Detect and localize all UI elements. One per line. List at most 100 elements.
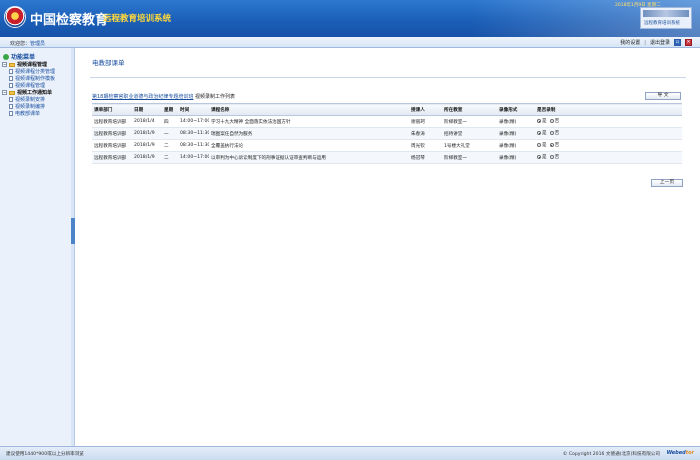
radio-label: 否 [554, 155, 560, 160]
radio-label: 否 [554, 131, 560, 136]
cell-time: 14:00~17:00 [180, 119, 209, 124]
system-badge: 远程教育培训系统 [640, 7, 692, 29]
menu-title: 功能菜单 [3, 52, 35, 61]
top-navbar: 欢迎您：管理员 我的设置 | 退出登录 ▫ × [0, 37, 700, 48]
logout-link[interactable]: 退出登录 [650, 39, 670, 46]
page-icon [9, 83, 13, 88]
sidebar-item-recording-arrange[interactable]: 视频录制安排 [2, 96, 70, 103]
sidebar-splitter[interactable] [71, 48, 75, 446]
radio-circle-icon [537, 155, 541, 159]
brand-subtitle: 远程教育培训系统 [103, 14, 172, 24]
radio-circle-icon [549, 131, 554, 135]
cell-course: 全覆盖执行法论 [211, 143, 244, 149]
restore-window-icon[interactable]: ▫ [674, 39, 681, 46]
page-icon [9, 69, 13, 74]
cell-weekday: 二 [164, 143, 169, 149]
close-window-icon[interactable]: × [685, 39, 692, 46]
col-header-weekday: 星期 [164, 107, 174, 113]
menu-group-label: 视频课程管理 [17, 62, 48, 68]
record-yes-radio[interactable]: 是 [537, 130, 547, 136]
collapse-icon[interactable]: − [2, 62, 7, 67]
collapse-handle[interactable] [71, 218, 75, 244]
cell-format: 录像(精) [499, 143, 517, 149]
cell-lecturer: 杨冠琴 [411, 155, 425, 161]
radio-label: 是 [542, 119, 547, 124]
vendor-logo-main: Webed [666, 450, 686, 456]
welcome-prefix: 欢迎您： [10, 41, 31, 47]
vendor-logo: Webedtor [667, 450, 694, 456]
sidebar-item-course-category[interactable]: 视频课程分类管理 [2, 68, 70, 75]
record-yes-radio[interactable]: 是 [537, 118, 547, 124]
folder-icon [9, 90, 15, 95]
cell-record: 是否 [535, 128, 682, 140]
collapse-icon[interactable]: − [2, 90, 7, 95]
welcome-text: 欢迎您：管理员 [10, 40, 45, 47]
menu-group-course[interactable]: − 视频课程管理 [2, 61, 70, 68]
table-header-row: 课单部门 日期 星期 时间 课程名称 授课人 所在教室 录像形式 是否录制 [92, 103, 682, 116]
sidebar: 功能菜单 − 视频课程管理 视频课程分类管理 视频课程制作模板 视频课程管理 −… [0, 48, 72, 446]
record-no-radio[interactable]: 否 [549, 130, 560, 136]
col-header-date: 日期 [134, 107, 144, 113]
prev-page-button[interactable]: 上一页 [651, 179, 683, 187]
menu-group-notice[interactable]: − 视频工作通知单 [2, 89, 70, 96]
col-header-format: 录像形式 [499, 107, 518, 113]
radio-label: 是 [542, 143, 547, 148]
sidebar-item-course-manage[interactable]: 视频课程管理 [2, 82, 70, 89]
cell-record: 是否 [535, 152, 682, 164]
cell-dept: 远程教育培训部 [94, 155, 127, 161]
cell-date: 2018/1/9 [134, 155, 155, 160]
vendor-logo-accent: tor [685, 450, 694, 456]
table-row: 远程教育培训部 2018/1/9 二 14:00~17:00 以审判为中心诉讼制度下的刑… [92, 151, 682, 164]
cell-course: 学习十九大精神 全面落实依法治国方针 [211, 119, 291, 125]
radio-circle-icon [537, 131, 541, 135]
my-settings-link[interactable]: 我的设置 [620, 39, 640, 46]
title-divider [90, 77, 686, 78]
sidebar-item-course-template[interactable]: 视频课程制作模板 [2, 75, 70, 82]
cell-classroom: 招待讲堂 [444, 131, 463, 137]
cell-time: 08:30~11:30 [180, 131, 209, 136]
sidebar-item-label: 电教部课单 [15, 111, 41, 117]
cell-record: 是否 [535, 116, 682, 128]
table-row: 远程教育培训部 2018/1/9 二 08:30~11:30 全覆盖执行法论 周光钦 1号楼… [92, 140, 682, 152]
sidebar-item-label: 视频课程管理 [15, 83, 46, 89]
radio-circle-icon [549, 119, 554, 123]
page-icon [9, 97, 13, 102]
col-header-record: 是否录制 [537, 107, 556, 113]
menu-tree: − 视频课程管理 视频课程分类管理 视频课程制作模板 视频课程管理 − 视频工作… [2, 61, 70, 117]
sidebar-item-av-course-list[interactable]: 电教部课单 [2, 110, 70, 117]
cell-dept: 远程教育培训部 [94, 143, 127, 149]
cell-time: 08:30~11:30 [180, 143, 209, 148]
record-no-radio[interactable]: 否 [549, 154, 560, 160]
sidebar-item-label: 视频课程分类管理 [15, 69, 56, 75]
list-heading-suffix: 视频录制工作列表 [194, 94, 235, 100]
cell-format: 录像(精) [499, 155, 517, 161]
cell-dept: 远程教育培训部 [94, 131, 127, 137]
cell-lecturer: 周光钦 [411, 143, 425, 149]
radio-label: 否 [554, 119, 560, 124]
cell-dept: 远程教育培训部 [94, 119, 127, 125]
cell-course: 以审判为中心诉讼制度下的刑事证据认证审查判断与运用 [211, 155, 326, 161]
cell-format: 录像(精) [499, 131, 517, 137]
table-body: 远程教育培训部 2018/1/4 四 14:00~17:00 学习十九大精神 全面落实依… [92, 116, 682, 164]
cell-classroom: 阶梯教室一 [444, 119, 467, 125]
record-yes-radio[interactable]: 是 [537, 154, 547, 160]
page-title: 电教部课单 [92, 59, 125, 67]
folder-icon [9, 62, 15, 67]
list-heading: 第18期检察官职业道德与政治纪律专题培训班 视频录制工作列表 [92, 93, 235, 100]
cell-weekday: 一 [164, 131, 169, 137]
record-no-radio[interactable]: 否 [549, 142, 559, 148]
radio-circle-icon [537, 143, 541, 147]
page-icon [9, 104, 13, 109]
col-header-lecturer: 授课人 [411, 107, 425, 113]
sidebar-item-label: 视频录制安排 [15, 97, 46, 103]
record-yes-radio[interactable]: 是 [537, 142, 547, 148]
record-no-radio[interactable]: 否 [549, 118, 560, 124]
col-header-dept: 课单部门 [94, 107, 113, 113]
table-row: 远程教育培训部 2018/1/9 一 08:30~11:30 瑞图案任自然为服务 朱春涛 招… [92, 127, 682, 140]
radio-label: 是 [542, 131, 547, 136]
training-class-link[interactable]: 第18期检察官职业道德与政治纪律专题培训班 [92, 94, 193, 100]
sidebar-item-recording-schedule[interactable]: 视频录制编排 [2, 103, 70, 110]
export-button[interactable]: 导 文 [645, 92, 681, 100]
col-header-time: 时间 [180, 107, 190, 113]
col-header-course: 课程名称 [211, 107, 230, 113]
